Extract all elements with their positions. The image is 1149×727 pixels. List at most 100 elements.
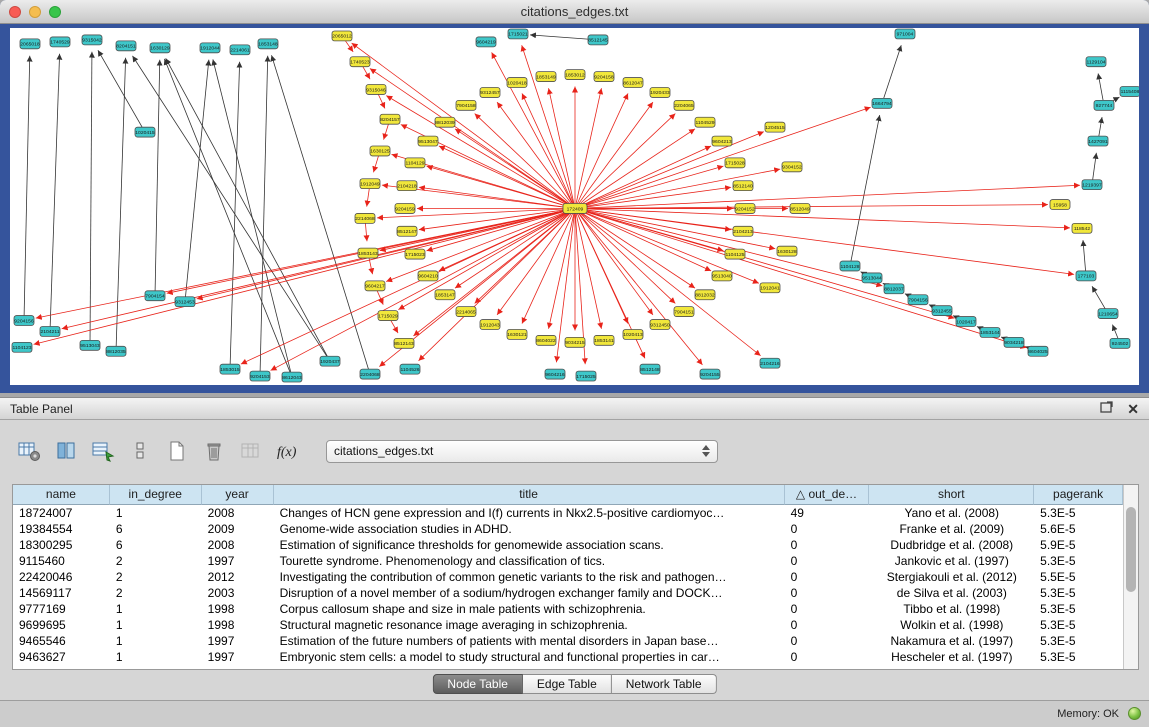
graph-node[interactable]: 1715028 — [725, 158, 745, 168]
graph-node[interactable]: 8512145 — [588, 35, 608, 45]
graph-node[interactable]: 9312457 — [480, 88, 500, 98]
graph-node[interactable]: 9034218 — [1004, 337, 1024, 347]
graph-node[interactable]: 2104218 — [397, 181, 417, 191]
graph-node[interactable]: 1853012 — [565, 70, 585, 80]
graph-node[interactable]: 15958 — [1050, 200, 1070, 210]
graph-node[interactable]: 1715023 — [405, 249, 425, 259]
graph-node[interactable]: 1740523 — [350, 57, 370, 67]
graph-node[interactable]: 1104125 — [725, 249, 745, 259]
graph-node[interactable]: 1630129 — [150, 43, 170, 53]
table-row[interactable]: 977716911998Corpus callosum shape and si… — [13, 601, 1123, 617]
graph-node[interactable]: 1920433 — [650, 88, 670, 98]
graph-node[interactable]: 8512143 — [394, 338, 414, 348]
graph-node[interactable]: 1129104 — [1086, 57, 1106, 67]
graph-node[interactable]: 8812039 — [435, 117, 455, 127]
graph-node[interactable]: 2214065 — [456, 307, 476, 317]
graph-node[interactable]: 9312450 — [650, 320, 670, 330]
graph-node[interactable]: 8812035 — [106, 346, 126, 356]
table-row[interactable]: 2242004622012Investigating the contribut… — [13, 569, 1123, 585]
graph-node[interactable]: 118542 — [1072, 223, 1092, 233]
graph-node[interactable]: 9513043 — [80, 340, 100, 350]
tab-node-table[interactable]: Node Table — [432, 674, 523, 694]
graph-node[interactable]: 1219397 — [1082, 180, 1102, 190]
citation-edge-red[interactable] — [575, 208, 954, 318]
graph-node[interactable]: 8812032 — [695, 290, 715, 300]
graph-node[interactable]: 9034215 — [565, 337, 585, 347]
table-row[interactable]: 946554611997Estimation of the future num… — [13, 633, 1123, 649]
citation-edge-black[interactable] — [24, 56, 30, 321]
graph-node[interactable]: 1715021 — [508, 29, 528, 39]
graph-node[interactable]: 2104211 — [40, 326, 60, 336]
graph-node[interactable]: 8512148 — [640, 364, 660, 374]
graph-node[interactable]: 2214061 — [230, 45, 250, 55]
citation-edge-black[interactable] — [185, 60, 209, 302]
close-panel-icon[interactable]: ✕ — [1127, 402, 1139, 416]
graph-node[interactable]: 1912043 — [480, 320, 500, 330]
graph-node[interactable]: 1630128 — [777, 246, 797, 256]
citation-edge-black[interactable] — [230, 62, 240, 369]
scrollbar-thumb[interactable] — [1126, 507, 1136, 592]
function-builder-icon[interactable]: f(x) — [275, 439, 301, 463]
graph-node[interactable]: 1104123 — [12, 342, 32, 352]
graph-node[interactable]: 9312453 — [175, 297, 195, 307]
citation-edge-black[interactable] — [260, 56, 268, 376]
graph-node[interactable]: 9204158 — [594, 72, 614, 82]
network-canvas[interactable]: 1724091853012920415886120471920433220406… — [10, 28, 1139, 385]
delete-trash-icon[interactable] — [201, 439, 227, 463]
show-columns-icon[interactable] — [53, 439, 79, 463]
table-row[interactable]: 1938455462009Genome-wide association stu… — [13, 521, 1123, 537]
graph-node[interactable]: 8612047 — [623, 78, 643, 88]
graph-node[interactable]: 1715025 — [576, 371, 596, 381]
graph-node[interactable]: 9204152 — [735, 204, 755, 214]
select-rows-icon[interactable] — [90, 439, 116, 463]
graph-node[interactable]: 1853147 — [435, 290, 455, 300]
table-row[interactable]: 946362711997Embryonic stem cells: a mode… — [13, 649, 1123, 665]
graph-node[interactable]: 1912044 — [200, 43, 220, 53]
citation-edge-red[interactable] — [575, 107, 871, 208]
graph-node[interactable]: 1104526 — [400, 364, 420, 374]
graph-node[interactable]: 1104529 — [695, 117, 715, 127]
citation-edge-black[interactable] — [164, 59, 292, 377]
citation-edge-black[interactable] — [1083, 240, 1086, 276]
graph-node[interactable]: 927744 — [1094, 100, 1114, 110]
citation-edge-black[interactable] — [90, 52, 92, 346]
graph-node[interactable]: 1020418 — [507, 78, 527, 88]
graph-node[interactable]: 177103 — [1076, 271, 1096, 281]
graph-node[interactable]: 1853015 — [220, 364, 240, 374]
graph-node[interactable]: 1630125 — [370, 146, 390, 156]
graph-node[interactable]: 7904156 — [908, 295, 928, 305]
citation-edge-black[interactable] — [132, 56, 330, 361]
graph-node[interactable]: 1715029 — [378, 311, 398, 321]
table-vertical-scrollbar[interactable] — [1123, 485, 1138, 669]
graph-node[interactable]: 1912041 — [760, 283, 780, 293]
graph-node[interactable]: 1204515 — [765, 122, 785, 132]
graph-node[interactable]: 1427091 — [1088, 136, 1108, 146]
graph-node[interactable]: 9204155 — [700, 369, 720, 379]
graph-node[interactable]: 8512049 — [790, 204, 810, 214]
graph-node[interactable]: 1853143 — [358, 248, 378, 258]
graph-node[interactable]: 1104129 — [405, 158, 425, 168]
graph-node[interactable]: 1740529 — [50, 37, 70, 47]
graph-node[interactable]: 9513044 — [862, 273, 882, 283]
citation-edge-red[interactable] — [492, 52, 575, 208]
citation-edge-black[interactable] — [166, 58, 330, 361]
graph-node[interactable]: 9604219 — [476, 37, 496, 47]
graph-node[interactable]: 1104128 — [840, 261, 860, 271]
graph-node[interactable]: 1115408 — [1120, 87, 1139, 97]
graph-node[interactable]: 9204156 — [14, 316, 34, 326]
citation-edge-red[interactable] — [271, 208, 575, 370]
table-row[interactable]: 1872400712008Changes of HCN gene express… — [13, 505, 1123, 521]
float-panel-icon[interactable] — [1100, 401, 1113, 416]
citation-edge-black[interactable] — [850, 115, 880, 266]
table-row[interactable]: 911546021997Tourette syndrome. Phenomeno… — [13, 553, 1123, 569]
graph-node[interactable]: 2214068 — [355, 213, 375, 223]
graph-node[interactable]: 1853144 — [980, 327, 1000, 337]
citation-edge-black[interactable] — [155, 60, 160, 296]
graph-node[interactable]: 1920437 — [320, 356, 340, 366]
graph-node[interactable]: 2104216 — [760, 358, 780, 368]
graph-node[interactable]: 7904158 — [456, 100, 476, 110]
graph-node[interactable]: 9604216 — [545, 369, 565, 379]
graph-node[interactable]: 2065012 — [332, 31, 352, 41]
table-row[interactable]: 1830029562008Estimation of significance … — [13, 537, 1123, 553]
graph-node[interactable]: 8512140 — [733, 181, 753, 191]
